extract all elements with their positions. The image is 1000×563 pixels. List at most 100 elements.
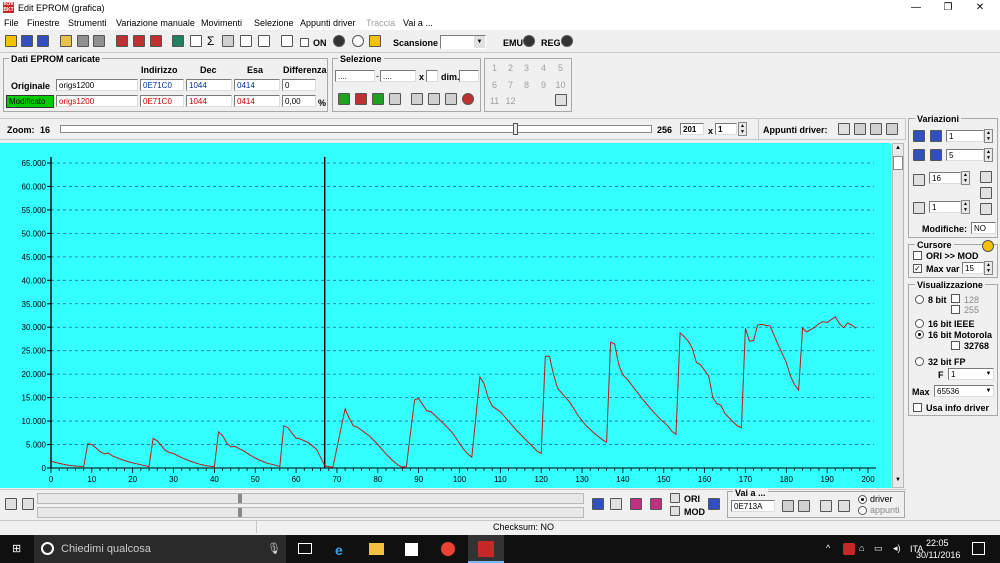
- volume-icon[interactable]: ◂): [893, 543, 901, 554]
- appunti-paste-icon[interactable]: [838, 123, 850, 135]
- minimize-button[interactable]: —: [900, 0, 932, 16]
- percent-field[interactable]: 0,00: [282, 95, 316, 107]
- file-explorer-icon[interactable]: [369, 543, 384, 555]
- on-checkbox[interactable]: [300, 38, 309, 47]
- selezione-mult-field[interactable]: [426, 70, 438, 82]
- variazione-p-field[interactable]: 1: [929, 201, 961, 213]
- next-icon[interactable]: [592, 498, 604, 510]
- map-button-12[interactable]: 12: [503, 96, 518, 106]
- menu-file[interactable]: File: [4, 18, 19, 28]
- text-view-icon[interactable]: [281, 35, 293, 47]
- select-clear-icon[interactable]: [355, 93, 367, 105]
- ori-button[interactable]: ORI: [684, 494, 700, 504]
- menu-finestre[interactable]: Finestre: [27, 18, 60, 28]
- map-button-4[interactable]: 4: [536, 63, 551, 73]
- zoom-slider[interactable]: [60, 123, 652, 135]
- map-button-9[interactable]: 9: [536, 80, 551, 90]
- modificato-name-field[interactable]: origs1200: [56, 95, 138, 107]
- cursor-tool-icon[interactable]: [982, 240, 994, 252]
- max-var-checkbox[interactable]: ✓: [913, 264, 922, 273]
- d-icon[interactable]: [980, 203, 992, 215]
- hscroll-top[interactable]: [37, 493, 584, 504]
- map-button-5[interactable]: 5: [553, 63, 568, 73]
- map-button-10[interactable]: 10: [553, 80, 568, 90]
- open-folder-icon[interactable]: [60, 35, 72, 47]
- network-icon[interactable]: ⌂: [859, 543, 864, 553]
- variazione-a-field[interactable]: 16: [929, 172, 961, 184]
- edit-icon[interactable]: [190, 35, 202, 47]
- modificato-dec-field[interactable]: 1044: [186, 95, 232, 107]
- edge-icon[interactable]: e: [335, 542, 343, 558]
- originale-name-field[interactable]: origs1200: [56, 79, 138, 91]
- restore-button[interactable]: ❐: [932, 0, 964, 16]
- last-icon[interactable]: [610, 498, 622, 510]
- select-start-icon[interactable]: [338, 93, 350, 105]
- vai-a-field[interactable]: 0E713A: [731, 500, 775, 512]
- check-255[interactable]: [951, 305, 960, 314]
- search-box[interactable]: Chiedimi qualcosa 🎙: [34, 535, 286, 563]
- chart-vscroll[interactable]: ▲ ▼: [892, 143, 904, 488]
- map-button-6[interactable]: 6: [487, 80, 502, 90]
- add-value-icon[interactable]: [913, 130, 925, 142]
- variazione-step-spinner[interactable]: ▲ ▼: [984, 129, 993, 143]
- originale-indirizzo-field[interactable]: 0E71C0: [140, 79, 184, 91]
- map-button-1[interactable]: 1: [487, 63, 502, 73]
- prev-icon[interactable]: [22, 498, 34, 510]
- compare-icon[interactable]: [133, 35, 145, 47]
- map-button-2[interactable]: 2: [503, 63, 518, 73]
- chrome-icon[interactable]: [441, 542, 455, 556]
- copy-icon[interactable]: [222, 35, 234, 47]
- mod-button[interactable]: MOD: [684, 507, 705, 517]
- appunti-copy-icon[interactable]: [854, 123, 866, 135]
- variazione-a-spinner[interactable]: ▲ ▼: [961, 171, 970, 185]
- originale-esa-field[interactable]: 0414: [234, 79, 280, 91]
- selezione-from-field[interactable]: ....: [335, 70, 375, 82]
- check-128[interactable]: [951, 294, 960, 303]
- run-icon[interactable]: [369, 35, 381, 47]
- window-split-icon[interactable]: [37, 35, 49, 47]
- goto-prev-icon[interactable]: [820, 500, 832, 512]
- flag-icon[interactable]: [708, 498, 720, 510]
- zoom-value[interactable]: 201: [680, 123, 704, 135]
- hscroll-top-thumb[interactable]: [238, 494, 242, 503]
- variazione-step-field[interactable]: 1: [946, 130, 984, 142]
- ori-mod-checkbox[interactable]: [913, 251, 922, 260]
- goto-map-icon[interactable]: [798, 500, 810, 512]
- task-view-icon[interactable]: [298, 543, 312, 554]
- store-icon[interactable]: [405, 543, 418, 556]
- first-icon[interactable]: [5, 498, 17, 510]
- p-icon[interactable]: [913, 202, 925, 214]
- record-icon[interactable]: [333, 35, 345, 47]
- map-button-3[interactable]: 3: [519, 63, 534, 73]
- select-end-icon[interactable]: [372, 93, 384, 105]
- scroll-down-icon[interactable]: ▼: [894, 477, 902, 485]
- add-percent-icon[interactable]: [913, 149, 925, 161]
- ori-icon[interactable]: [670, 493, 680, 503]
- goto-table-icon[interactable]: [782, 500, 794, 512]
- save-icon[interactable]: [77, 35, 89, 47]
- menu-appunti-driver[interactable]: Appunti driver: [300, 18, 356, 28]
- sigma-icon[interactable]: Σ: [207, 34, 214, 48]
- max-chevron-down-icon[interactable]: ▼: [984, 386, 993, 396]
- radio-driver[interactable]: [858, 495, 867, 504]
- map-button-11[interactable]: 11: [487, 96, 502, 106]
- appunti-cut-icon[interactable]: [870, 123, 882, 135]
- menu-vai-a[interactable]: Vai a ...: [403, 18, 433, 28]
- map-button-8[interactable]: 8: [519, 80, 534, 90]
- paste-sel-icon[interactable]: [428, 93, 440, 105]
- menu-selezione[interactable]: Selezione: [254, 18, 294, 28]
- radio-appunti[interactable]: [858, 506, 867, 515]
- chart-area[interactable]: 0 5.000 10.000 15.000 20.000 25.000 30.000 35.0…: [0, 143, 891, 488]
- goto-next-icon[interactable]: [838, 500, 850, 512]
- modificato-indirizzo-field[interactable]: 0E71C0: [140, 95, 184, 107]
- usa-info-checkbox[interactable]: [913, 403, 922, 412]
- sub-value-icon[interactable]: [930, 130, 942, 142]
- checksum-icon[interactable]: [150, 35, 162, 47]
- reg-icon[interactable]: [561, 35, 573, 47]
- battery-icon[interactable]: ▭: [874, 543, 883, 554]
- check-icon[interactable]: [116, 35, 128, 47]
- zoom-mult-spinner[interactable]: ▲ ▼: [738, 122, 747, 136]
- radio-32bit-fp[interactable]: [915, 357, 924, 366]
- modificato-esa-field[interactable]: 0414: [234, 95, 280, 107]
- variazione-percent-spinner[interactable]: ▲ ▼: [984, 148, 993, 162]
